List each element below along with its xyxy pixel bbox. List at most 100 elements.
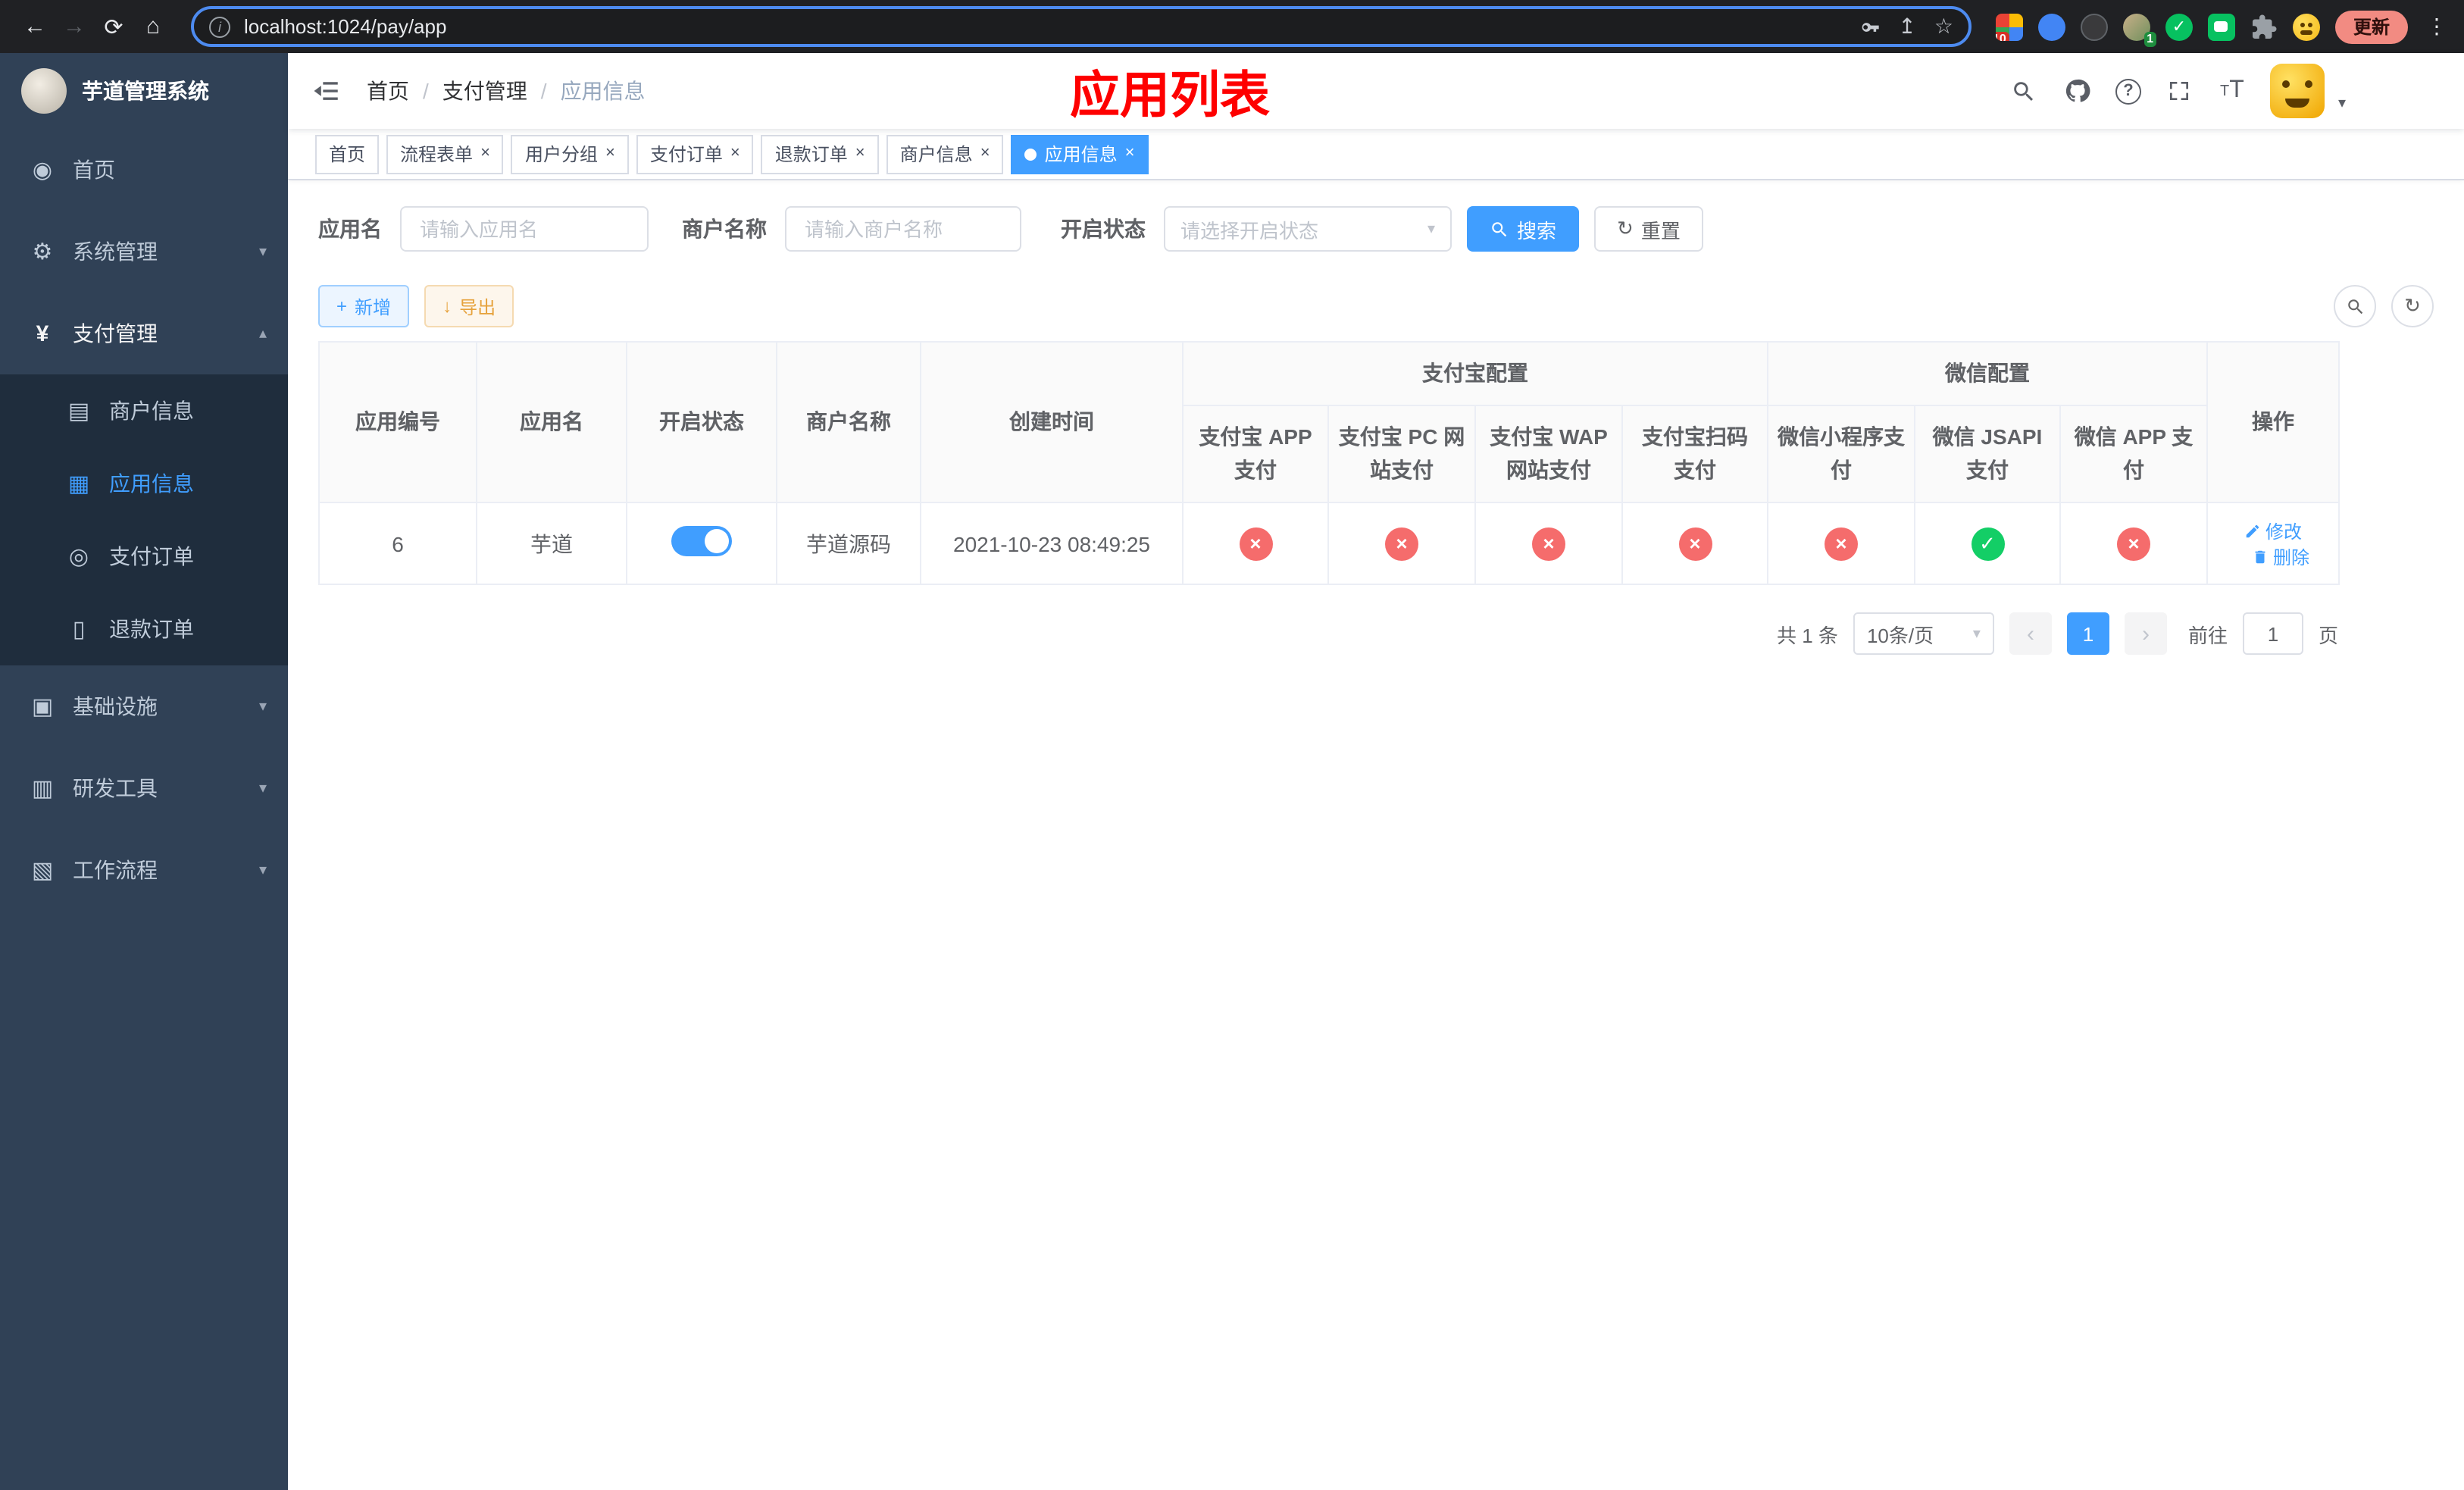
- sidebar-item-refund-orders[interactable]: ▯ 退款订单: [0, 593, 288, 665]
- goto-label: 前往: [2187, 624, 2228, 646]
- extension-blue-icon[interactable]: [2037, 13, 2065, 40]
- font-size-icon[interactable]: TT: [2217, 76, 2247, 106]
- page-1-button[interactable]: 1: [2066, 612, 2109, 655]
- breadcrumb-home[interactable]: 首页: [367, 76, 409, 106]
- tab-app-info[interactable]: 应用信息 ×: [1011, 134, 1149, 174]
- breadcrumb: 首页 / 支付管理 / 应用信息: [367, 76, 646, 106]
- card-icon: ▤: [67, 399, 90, 424]
- extension-avatar-icon[interactable]: 1: [2122, 13, 2156, 46]
- reset-button[interactable]: ↻ 重置: [1594, 206, 1703, 252]
- close-icon[interactable]: ×: [1125, 145, 1135, 162]
- search-icon[interactable]: [2009, 76, 2040, 106]
- col-status: 开启状态: [626, 341, 777, 503]
- cell-merchant: 芋道源码: [776, 502, 921, 585]
- next-page-button[interactable]: ›: [2124, 612, 2167, 655]
- user-avatar[interactable]: [2269, 64, 2325, 118]
- back-icon[interactable]: ←: [15, 7, 55, 46]
- extension-check-icon[interactable]: ✓: [2165, 13, 2193, 40]
- edit-link[interactable]: 修改: [2244, 518, 2302, 543]
- github-icon[interactable]: [2062, 76, 2093, 106]
- extensions-area: 10 1 ✓: [1995, 13, 2320, 46]
- browser-menu-icon[interactable]: ⋮: [2426, 14, 2449, 39]
- sidebar-item-merchant-info[interactable]: ▤ 商户信息: [0, 374, 288, 447]
- tab-merchant-info[interactable]: 商户信息 ×: [886, 134, 1004, 174]
- sidebar-item-infrastructure[interactable]: ▣ 基础设施 ▾: [0, 665, 288, 747]
- profile-avatar-icon[interactable]: [2292, 13, 2320, 40]
- extensions-puzzle-icon[interactable]: [2250, 13, 2278, 40]
- password-key-icon[interactable]: [1859, 16, 1880, 37]
- sidebar: 芋道管理系统 ◉ 首页 ⚙ 系统管理 ▾ ¥ 支付管理 ▴ ▤ 商户信息 ▦ 应…: [0, 53, 288, 1490]
- prev-page-button[interactable]: ‹: [2009, 612, 2052, 655]
- grid-icon: ▦: [67, 471, 90, 497]
- page-size-select[interactable]: 10条/页 ▾: [1853, 612, 1994, 655]
- show-search-button[interactable]: [2334, 285, 2376, 327]
- col-app-id: 应用编号: [318, 341, 477, 503]
- col-alipay-wap: 支付宝 WAP 网站支付: [1474, 405, 1623, 503]
- close-icon[interactable]: ×: [730, 145, 740, 162]
- help-icon[interactable]: ?: [2115, 78, 2141, 104]
- app-name-input[interactable]: [400, 206, 649, 252]
- tab-payment-orders[interactable]: 支付订单 ×: [636, 134, 754, 174]
- goto-page-input[interactable]: [2242, 612, 2303, 655]
- address-bar[interactable]: i localhost:1024/pay/app ↥ ☆: [191, 6, 1972, 47]
- dashboard-icon: ◉: [32, 158, 53, 183]
- close-icon[interactable]: ×: [605, 145, 615, 162]
- search-button[interactable]: 搜索: [1467, 206, 1580, 252]
- sidebar-item-workflow[interactable]: ▧ 工作流程 ▾: [0, 829, 288, 911]
- sidebar-item-home[interactable]: ◉ 首页: [0, 129, 288, 211]
- sidebar-item-payment-orders[interactable]: ◎ 支付订单: [0, 520, 288, 593]
- download-icon: ↓: [442, 296, 452, 317]
- extension-grid-icon[interactable]: 10: [1995, 13, 2023, 40]
- add-button[interactable]: + 新增: [318, 285, 410, 327]
- delete-link[interactable]: 删除: [2252, 543, 2309, 569]
- close-icon[interactable]: ×: [480, 145, 490, 162]
- sidebar-item-dev-tools[interactable]: ▥ 研发工具 ▾: [0, 747, 288, 829]
- fullscreen-icon[interactable]: [2164, 76, 2194, 106]
- sidebar-item-app-info[interactable]: ▦ 应用信息: [0, 447, 288, 520]
- tab-user-group[interactable]: 用户分组 ×: [511, 134, 629, 174]
- status-select[interactable]: 请选择开启状态 ▾: [1164, 206, 1452, 252]
- tab-process-form[interactable]: 流程表单 ×: [386, 134, 504, 174]
- close-icon[interactable]: ×: [855, 145, 865, 162]
- document-icon: ▯: [72, 617, 86, 643]
- browser-update-button[interactable]: 更新: [2334, 10, 2408, 43]
- tab-home[interactable]: 首页: [315, 134, 380, 174]
- site-info-icon[interactable]: i: [209, 16, 230, 37]
- sidebar-item-system[interactable]: ⚙ 系统管理 ▾: [0, 211, 288, 293]
- gear-icon: ⚙: [32, 239, 53, 265]
- tab-refund-orders[interactable]: 退款订单 ×: [761, 134, 879, 174]
- url-text[interactable]: localhost:1024/pay/app: [244, 15, 1859, 38]
- user-dropdown-caret-icon[interactable]: ▾: [2338, 95, 2346, 112]
- logo-avatar: [21, 68, 67, 114]
- breadcrumb-parent[interactable]: 支付管理: [442, 76, 527, 106]
- col-alipay-app: 支付宝 APP 支付: [1182, 405, 1329, 503]
- home-icon[interactable]: ⌂: [133, 7, 173, 46]
- merchant-name-input[interactable]: [785, 206, 1021, 252]
- hamburger-icon[interactable]: [309, 74, 342, 108]
- close-icon[interactable]: ×: [980, 145, 990, 162]
- chevron-down-icon: ▾: [258, 862, 267, 878]
- coin-icon: ◎: [68, 544, 89, 570]
- extension-dark-icon[interactable]: [2080, 13, 2108, 40]
- table-row: 6 芋道 芋道源码 2021-10-23 08:49:25 × × × × × …: [318, 502, 2340, 585]
- forward-icon[interactable]: →: [55, 7, 94, 46]
- share-icon[interactable]: ↥: [1898, 14, 1915, 39]
- refresh-table-button[interactable]: ↻: [2391, 285, 2434, 327]
- merchant-name-label: 商户名称: [682, 217, 767, 241]
- col-alipay-qr: 支付宝扫码支付: [1621, 405, 1768, 503]
- breadcrumb-current: 应用信息: [560, 79, 646, 103]
- bookmark-star-icon[interactable]: ☆: [1934, 14, 1953, 39]
- extension-chat-icon[interactable]: [2207, 13, 2235, 40]
- chevron-down-icon: ▾: [258, 698, 267, 715]
- extension-badge: 10: [1995, 31, 2009, 40]
- sidebar-item-payment[interactable]: ¥ 支付管理 ▴: [0, 293, 288, 374]
- refresh-icon: ↻: [1617, 217, 1634, 239]
- alipay-qr-status-icon: [1678, 527, 1712, 560]
- sidebar-logo[interactable]: 芋道管理系统: [0, 53, 288, 129]
- wx-lite-status-icon: [1825, 527, 1858, 560]
- reload-icon[interactable]: ⟳: [94, 7, 133, 46]
- status-toggle[interactable]: [671, 526, 732, 556]
- export-button[interactable]: ↓ 导出: [424, 285, 514, 327]
- col-group-wechat: 微信配置: [1767, 341, 2208, 406]
- wx-jsapi-status-icon: [1971, 527, 2004, 560]
